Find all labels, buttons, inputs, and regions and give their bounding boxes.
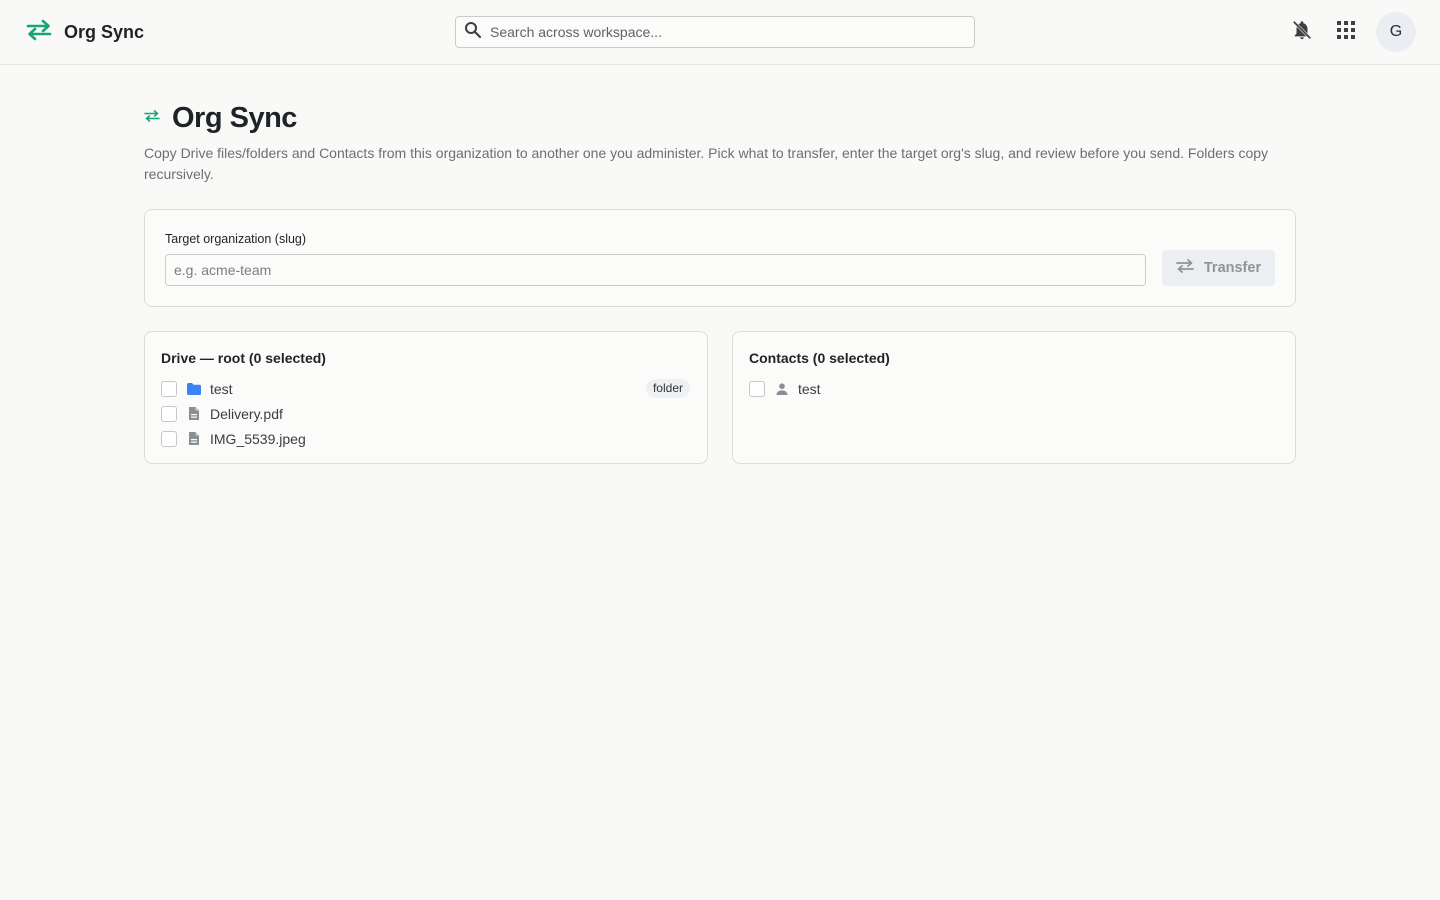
avatar[interactable]: G — [1376, 12, 1416, 52]
notifications-button[interactable] — [1286, 16, 1318, 48]
app-title: Org Sync — [64, 21, 145, 42]
search-box[interactable] — [455, 16, 975, 48]
contact-item-name: test — [798, 380, 821, 397]
drive-item-name: IMG_5539.jpeg — [210, 430, 306, 447]
page-title: Org Sync — [172, 101, 297, 134]
list-item[interactable]: Delivery.pdf — [161, 401, 691, 426]
target-card: Target organization (slug) Transfer — [144, 209, 1296, 307]
brand[interactable]: Org Sync — [26, 0, 144, 64]
drive-list: test folder Delivery.pdf IMG_5539.jpeg — [161, 376, 691, 451]
file-icon — [186, 431, 202, 447]
apps-button[interactable] — [1330, 16, 1362, 48]
bell-off-icon — [1291, 19, 1313, 46]
top-bar: Org Sync Search across workspace... G — [0, 0, 1440, 65]
main-content: Org Sync Copy Drive files/folders and Co… — [144, 100, 1296, 464]
drive-panel: Drive — root (0 selected) test folder De… — [144, 331, 708, 464]
list-item[interactable]: test folder — [161, 376, 691, 401]
drive-item-name: test — [210, 380, 233, 397]
folder-icon — [186, 381, 202, 397]
drive-item-checkbox[interactable] — [161, 380, 177, 397]
contacts-title: Contacts (0 selected) — [749, 350, 890, 366]
person-icon — [774, 381, 790, 397]
contact-item-checkbox[interactable] — [749, 380, 765, 397]
swap-arrows-icon — [1175, 258, 1194, 278]
drive-item-checkbox[interactable] — [161, 405, 177, 422]
target-label: Target organization (slug) — [165, 232, 307, 246]
list-item[interactable]: test — [749, 376, 1279, 401]
search-input[interactable] — [490, 24, 970, 40]
sync-arrows-icon — [144, 109, 160, 128]
drive-title: Drive — root (0 selected) — [161, 350, 326, 366]
drive-item-name: Delivery.pdf — [210, 405, 283, 422]
sync-arrows-icon — [26, 19, 52, 46]
page-header: Org Sync — [144, 100, 1296, 136]
page-description: Copy Drive files/folders and Contacts fr… — [144, 145, 1269, 182]
drive-item-checkbox[interactable] — [161, 430, 177, 447]
list-item[interactable]: IMG_5539.jpeg — [161, 426, 691, 451]
transfer-button[interactable]: Transfer — [1162, 250, 1275, 286]
search-icon — [464, 21, 482, 44]
top-actions: G — [1286, 12, 1416, 52]
file-icon — [186, 406, 202, 422]
selection-panels: Drive — root (0 selected) test folder De… — [144, 331, 1296, 464]
transfer-label: Transfer — [1203, 260, 1262, 276]
grid-apps-icon — [1336, 20, 1356, 45]
contacts-panel: Contacts (0 selected) test — [732, 331, 1296, 464]
target-org-input[interactable] — [165, 254, 1146, 286]
type-badge: folder — [645, 379, 690, 398]
contacts-list: test — [749, 376, 1279, 401]
